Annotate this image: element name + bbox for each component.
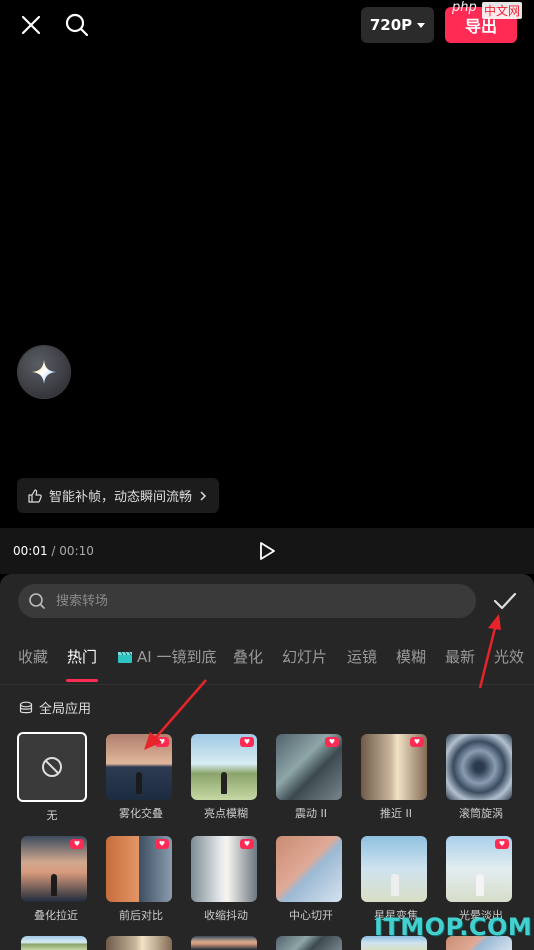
transition-roller-swirl[interactable]: 滚筒旋涡: [446, 734, 516, 821]
silhouette: [136, 772, 143, 794]
transition-thumb: ♥: [106, 836, 172, 902]
transition-label: 前后对比: [119, 909, 163, 922]
ai-sparkle-button[interactable]: [18, 346, 70, 398]
transition-halo-fade[interactable]: ♥ 光晕淡出: [446, 836, 516, 923]
resolution-dropdown[interactable]: 720P: [361, 7, 434, 43]
heart-icon: ♥: [325, 737, 339, 747]
transition-label: 震动 II: [295, 807, 327, 820]
play-icon[interactable]: [256, 540, 278, 562]
tab-dissolve[interactable]: 叠化: [233, 646, 263, 667]
silhouette: [476, 874, 485, 896]
sparkle-icon: [32, 360, 56, 384]
transition-before-after[interactable]: ♥ 前后对比: [106, 836, 176, 923]
heart-icon: ♥: [410, 737, 424, 747]
total-time: 00:10: [59, 544, 94, 558]
watermark-php: php: [452, 0, 477, 15]
apply-all-label: 全局应用: [39, 702, 92, 717]
watermark-cn: 中文网: [482, 2, 523, 19]
heart-icon: ♥: [495, 839, 509, 849]
tab-slideshow[interactable]: 幻灯片: [282, 646, 327, 667]
transition-center-split[interactable]: 中心切开: [276, 836, 346, 923]
transition-thumb-partial[interactable]: [106, 936, 172, 950]
chevron-right-icon: [200, 490, 207, 501]
silhouette: [51, 874, 58, 896]
top-bar: 720P 导出 php 中文网: [0, 0, 534, 50]
confirm-check-icon[interactable]: [492, 590, 518, 612]
transition-thumb: ♥: [361, 734, 427, 800]
heart-icon: ♥: [70, 839, 84, 849]
layers-icon: [19, 701, 33, 713]
transition-label: 无: [46, 809, 58, 822]
transition-thumb: [17, 732, 87, 802]
heart-icon: ♥: [240, 839, 254, 849]
clapperboard-icon: [118, 651, 132, 663]
site-watermark: ITMOP.COM: [374, 913, 533, 941]
transition-label: 叠化拉近: [34, 909, 78, 922]
heart-icon: ♥: [155, 839, 169, 849]
transition-shake-2[interactable]: ♥ 震动 II: [276, 734, 346, 821]
tab-blur[interactable]: 模糊: [396, 646, 426, 667]
silhouette: [391, 874, 400, 896]
category-tabs: 收藏 热门 AI 一镜到底 叠化 幻灯片 运镜 模糊 最新 光效: [0, 638, 534, 685]
search-icon[interactable]: [60, 8, 94, 42]
time-display: 00:01 / 00:10: [13, 544, 94, 558]
transition-search[interactable]: [18, 584, 476, 618]
transition-none[interactable]: 无: [17, 732, 87, 823]
active-tab-indicator: [66, 679, 98, 682]
annotation-arrow: [144, 679, 207, 750]
tab-ai-label: AI 一镜到底: [137, 648, 217, 666]
heart-icon: ♥: [240, 737, 254, 747]
transition-dissolve-zoom[interactable]: ♥ 叠化拉近: [21, 836, 91, 923]
tab-hot[interactable]: 热门: [67, 646, 97, 667]
transition-star-zoom[interactable]: 星星变焦: [361, 836, 431, 923]
transition-label: 收缩抖动: [204, 909, 248, 922]
transition-shrink-shake[interactable]: ♥ 收缩抖动: [191, 836, 261, 923]
transition-label: 滚筒旋涡: [459, 807, 503, 820]
hint-text: 智能补帧，动态瞬间流畅: [49, 490, 193, 505]
transition-thumb: ♥: [191, 836, 257, 902]
smart-frame-hint[interactable]: 智能补帧，动态瞬间流畅: [17, 478, 219, 513]
transition-label: 雾化交叠: [119, 807, 163, 820]
thumbs-up-icon: [28, 488, 42, 503]
prohibited-icon: [42, 757, 62, 777]
transition-thumb-partial[interactable]: [276, 936, 342, 950]
resolution-value: 720P: [369, 16, 413, 34]
close-icon[interactable]: [16, 10, 46, 40]
tab-favorites[interactable]: 收藏: [18, 646, 48, 667]
silhouette: [221, 772, 228, 794]
transition-thumb: [361, 836, 427, 902]
apply-all-toggle[interactable]: 全局应用: [19, 698, 91, 717]
caret-down-icon: [417, 22, 426, 28]
transition-thumb: ♥: [446, 836, 512, 902]
search-input[interactable]: [54, 592, 438, 610]
tab-latest[interactable]: 最新: [445, 646, 475, 667]
transition-thumb: [446, 734, 512, 800]
annotation-arrow: [478, 614, 501, 689]
transition-label: 中心切开: [289, 909, 333, 922]
playback-bar: 00:01 / 00:10: [0, 528, 534, 574]
tab-camera-move[interactable]: 运镜: [347, 646, 377, 667]
transition-label: 亮点模糊: [204, 807, 248, 820]
transition-panel: 收藏 热门 AI 一镜到底 叠化 幻灯片 运镜 模糊 最新 光效 全局应用 无 …: [0, 574, 534, 950]
transition-thumb: [276, 836, 342, 902]
transition-thumb: ♥: [276, 734, 342, 800]
time-separator: /: [51, 544, 56, 558]
transition-thumb-partial[interactable]: [21, 936, 87, 950]
transition-label: 推近 II: [380, 807, 412, 820]
current-time: 00:01: [13, 544, 48, 558]
transition-thumb: ♥: [21, 836, 87, 902]
tab-ai-one-shot[interactable]: AI 一镜到底: [117, 646, 216, 667]
search-icon: [29, 593, 45, 609]
transition-push-in-2[interactable]: ♥ 推近 II: [361, 734, 431, 821]
transition-thumb-partial[interactable]: [191, 936, 257, 950]
